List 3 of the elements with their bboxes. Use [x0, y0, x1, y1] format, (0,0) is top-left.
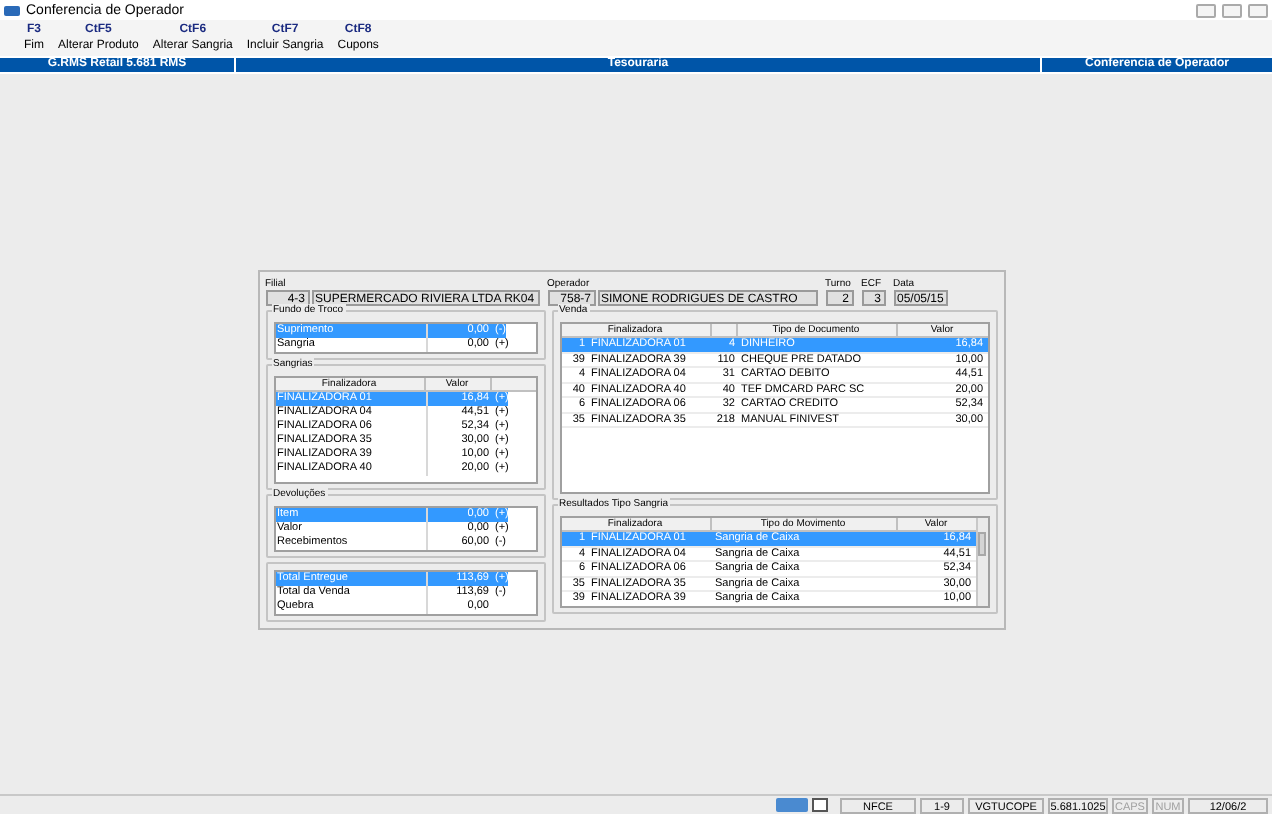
app-icon	[4, 5, 20, 15]
scrollbar[interactable]	[975, 518, 987, 606]
scroll-thumb[interactable]	[978, 532, 986, 556]
